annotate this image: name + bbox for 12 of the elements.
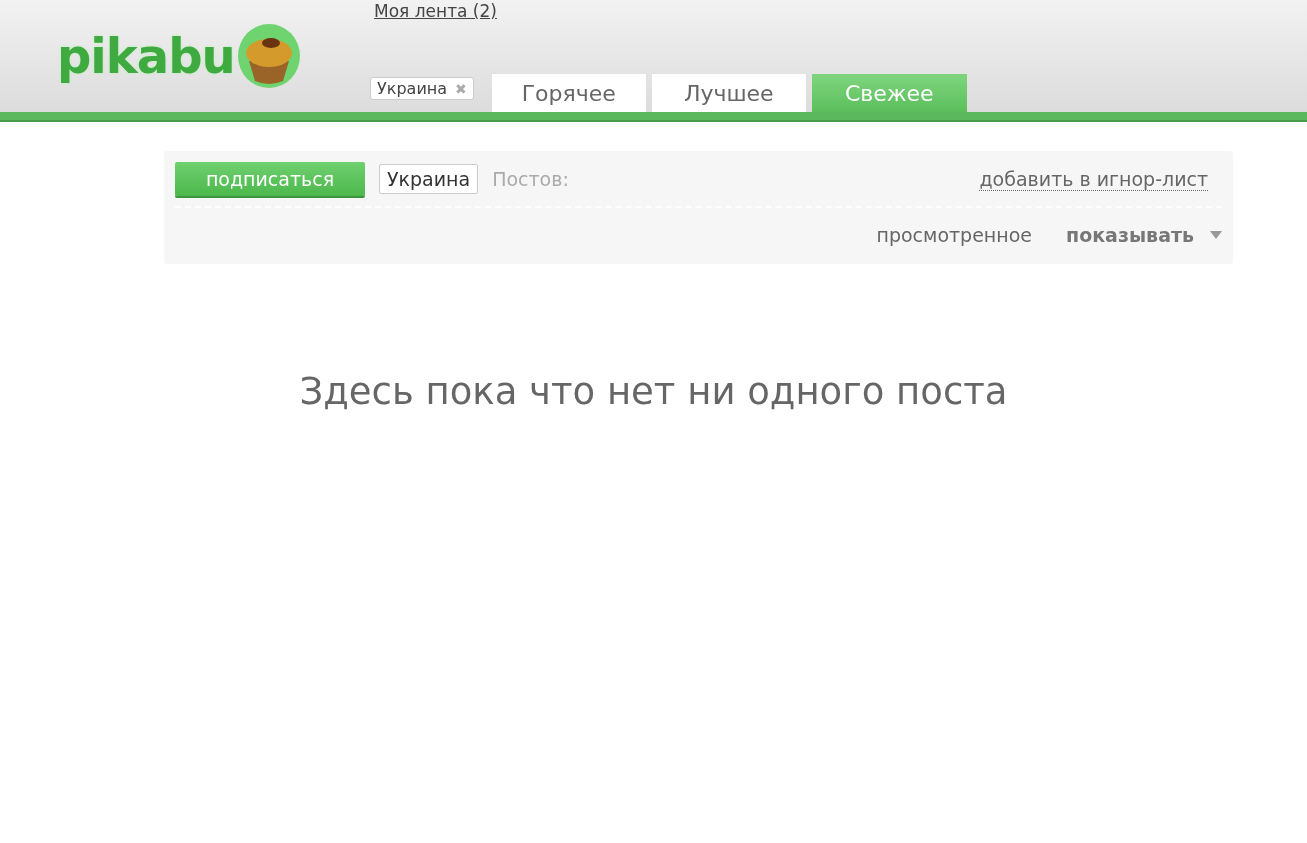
- caret-icon[interactable]: [1210, 231, 1222, 239]
- ignore-list-link[interactable]: добавить в игнор-лист: [979, 167, 1208, 191]
- viewed-label: просмотренное: [876, 224, 1032, 246]
- feed-link[interactable]: Моя лента (2): [374, 1, 967, 21]
- viewed-option-dropdown[interactable]: показывать: [1066, 224, 1194, 246]
- tab[interactable]: Горячее: [491, 74, 646, 112]
- tab[interactable]: Лучшее: [651, 74, 806, 112]
- tag-label: Украина: [377, 79, 448, 98]
- posts-count-label: Постов:: [492, 168, 569, 190]
- empty-feed-message: Здесь пока что нет ни одного поста: [298, 370, 1009, 413]
- muffin-icon: [236, 23, 301, 89]
- tag-label[interactable]: Украина: [379, 164, 479, 194]
